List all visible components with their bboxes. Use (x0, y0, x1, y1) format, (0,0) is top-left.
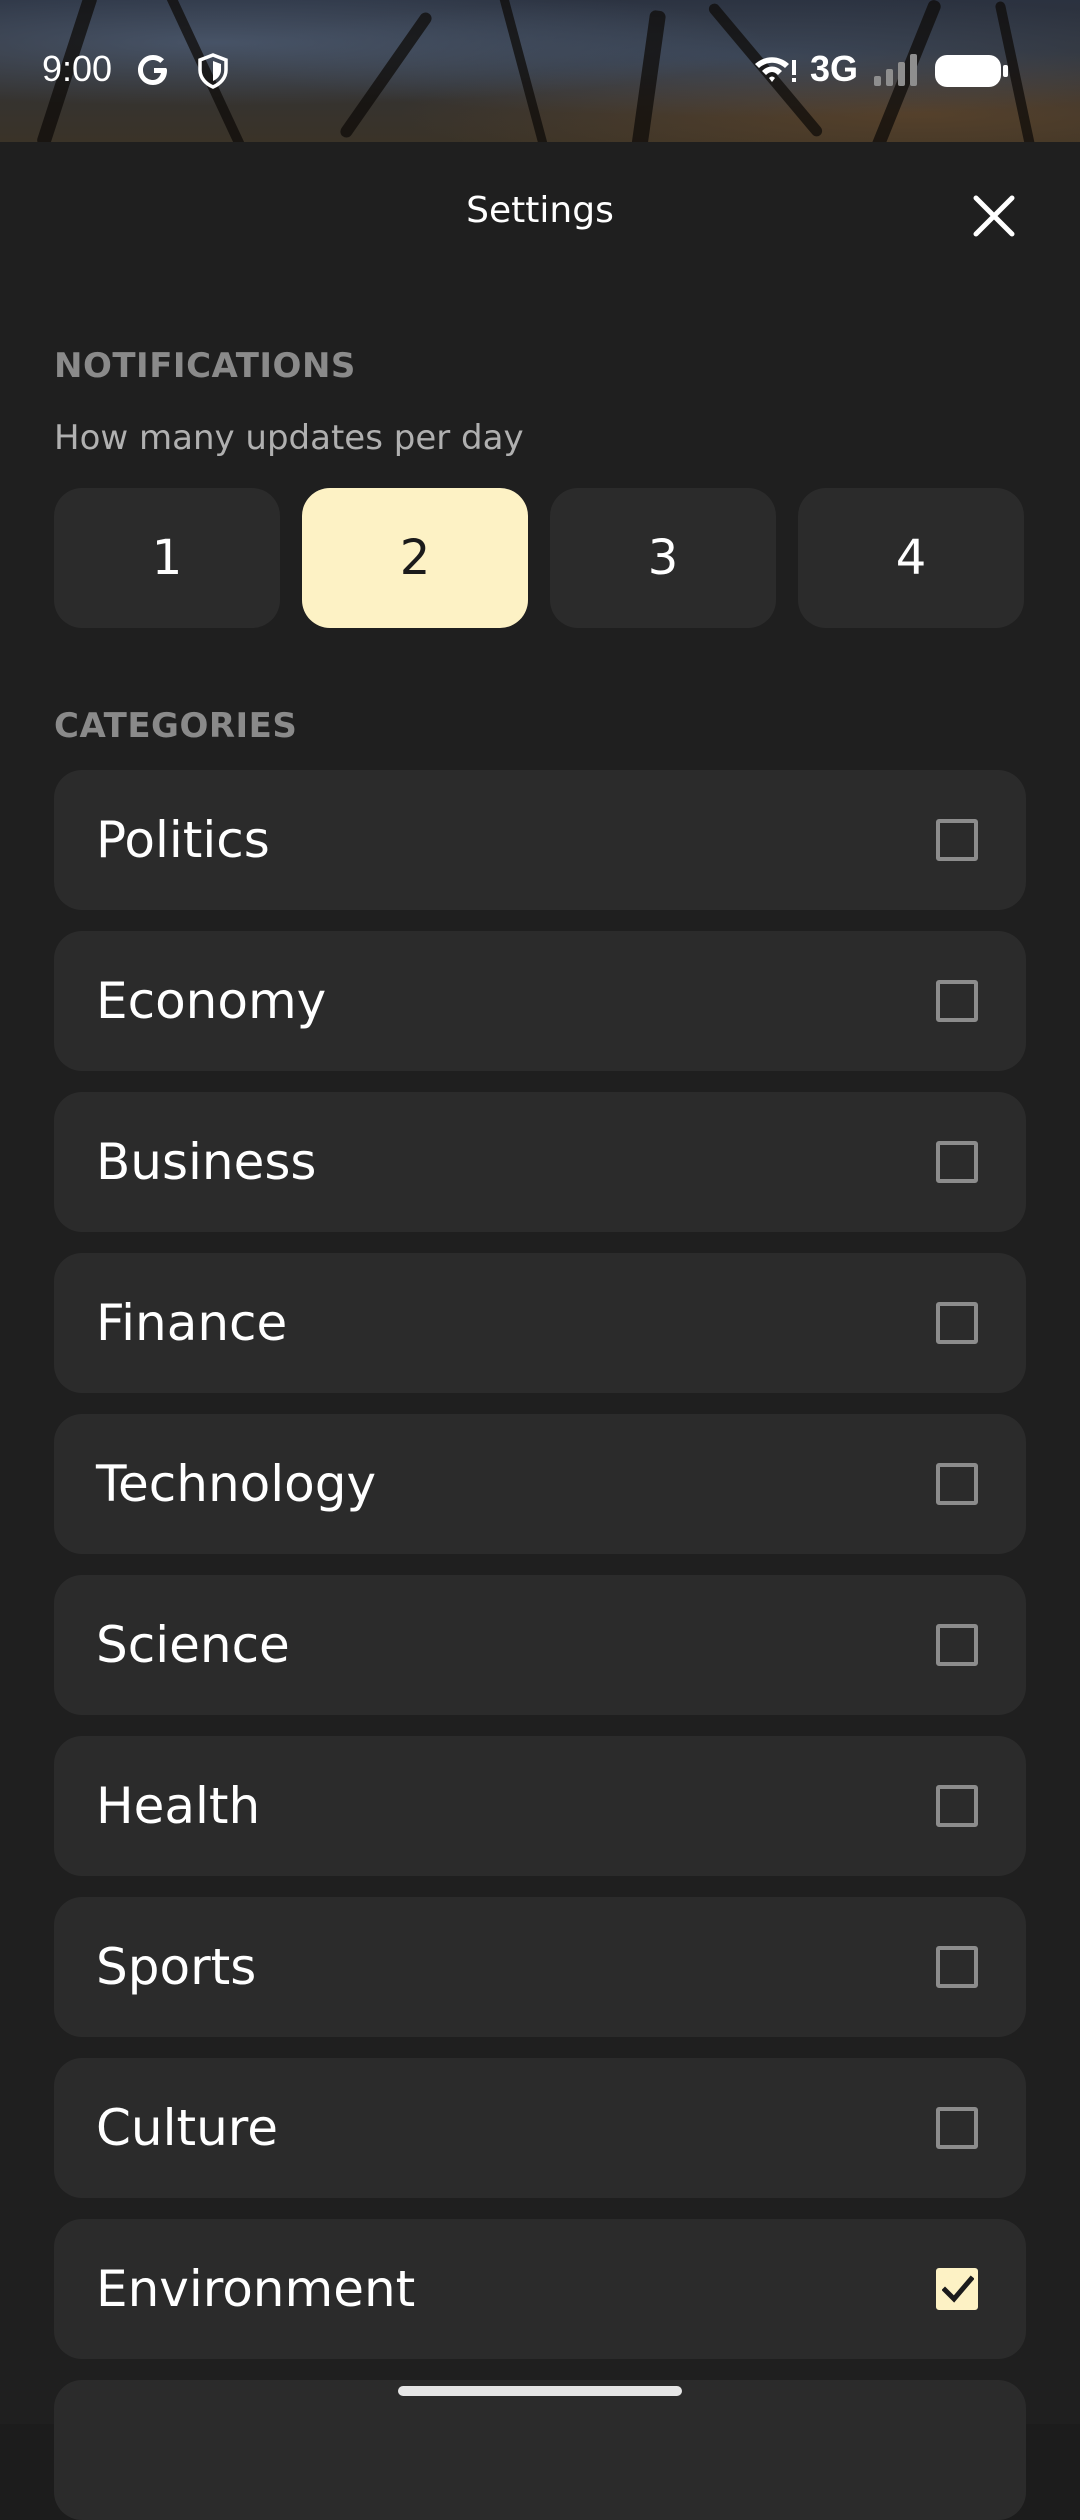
category-label: Environment (96, 2260, 416, 2318)
category-checkbox[interactable] (936, 1785, 978, 1827)
category-row-business[interactable]: Business (54, 1092, 1026, 1232)
updates-per-day-label: How many updates per day (54, 418, 524, 458)
category-label: Sports (96, 1938, 257, 1996)
category-row-finance[interactable]: Finance (54, 1253, 1026, 1393)
category-row-politics[interactable]: Politics (54, 770, 1026, 910)
category-checkbox[interactable] (936, 819, 978, 861)
category-row-environment[interactable]: Environment (54, 2219, 1026, 2359)
network-type: 3G (810, 48, 859, 89)
category-row-economy[interactable]: Economy (54, 931, 1026, 1071)
category-row-sports[interactable]: Sports (54, 1897, 1026, 2037)
frequency-option-1[interactable]: 1 (54, 488, 280, 628)
category-label: Science (96, 1616, 290, 1674)
checkmark-icon (942, 2275, 974, 2303)
category-label: Politics (96, 811, 270, 869)
categories-section-label: CATEGORIES (54, 706, 298, 746)
category-label: Health (96, 1777, 261, 1835)
shield-icon (198, 53, 228, 89)
category-label: Economy (96, 972, 327, 1030)
home-indicator[interactable] (398, 2386, 682, 2396)
frequency-option-3[interactable]: 3 (550, 488, 776, 628)
category-row-culture[interactable]: Culture (54, 2058, 1026, 2198)
signal-icon (874, 54, 917, 86)
close-icon (973, 195, 1015, 237)
status-bar: 9:00 3G (0, 0, 1080, 142)
page-title: Settings (466, 190, 614, 231)
category-checkbox-checked[interactable] (936, 2268, 978, 2310)
category-label: Technology (96, 1455, 377, 1513)
frequency-option-4[interactable]: 4 (798, 488, 1024, 628)
category-checkbox[interactable] (936, 1463, 978, 1505)
category-row-technology[interactable]: Technology (54, 1414, 1026, 1554)
category-checkbox[interactable] (936, 1946, 978, 1988)
category-row-health[interactable]: Health (54, 1736, 1026, 1876)
category-label: Finance (96, 1294, 288, 1352)
close-button[interactable] (966, 188, 1022, 244)
category-checkbox[interactable] (936, 1624, 978, 1666)
category-label: Culture (96, 2099, 279, 2157)
category-checkbox[interactable] (936, 980, 978, 1022)
category-label: Business (96, 1133, 317, 1191)
category-checkbox[interactable] (936, 1302, 978, 1344)
notifications-section-label: NOTIFICATIONS (54, 346, 356, 386)
category-row-science[interactable]: Science (54, 1575, 1026, 1715)
status-time: 9:00 (42, 48, 113, 89)
category-checkbox[interactable] (936, 2107, 978, 2149)
google-icon (138, 55, 167, 85)
category-checkbox[interactable] (936, 1141, 978, 1183)
wifi-icon (755, 57, 796, 82)
battery-icon (935, 55, 1008, 87)
frequency-option-2[interactable]: 2 (302, 488, 528, 628)
category-row-partial[interactable] (54, 2380, 1026, 2520)
